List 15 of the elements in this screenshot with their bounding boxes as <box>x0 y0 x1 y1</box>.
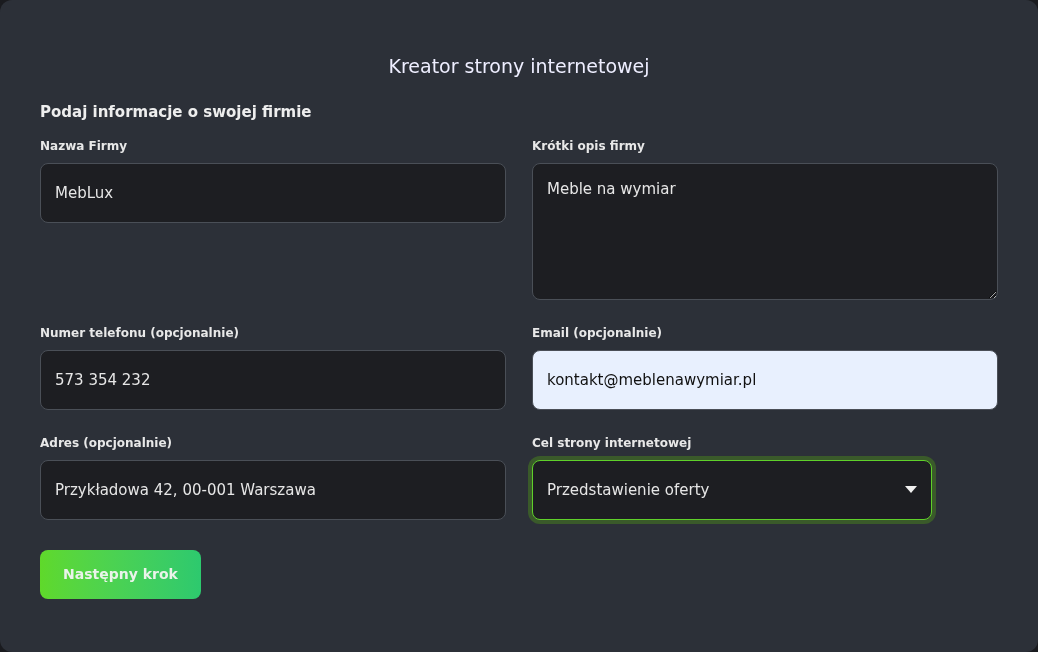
field-label: Cel strony internetowej <box>532 435 693 452</box>
select-value: Przedstawienie oferty <box>547 479 710 501</box>
text-field[interactable]: 573 354 232 <box>40 350 506 410</box>
field-label: Krótki opis firmy <box>532 138 646 155</box>
text-area[interactable]: Meble na wymiar <box>532 163 998 300</box>
section-heading: Podaj informacje o swojej firmie <box>40 101 313 123</box>
caret-icon <box>905 486 917 494</box>
text-field[interactable]: kontakt@meblenawymiar.pl <box>532 350 998 410</box>
page-title: Kreator strony internetowej <box>387 54 651 79</box>
field-label: Numer telefonu (opcjonalnie) <box>40 325 240 342</box>
field-label: Email (opcjonalnie) <box>532 325 664 342</box>
field-label: Nazwa Firmy <box>40 138 129 155</box>
text-field[interactable]: Przykładowa 42, 00-001 Warszawa <box>40 460 506 520</box>
field-label: Adres (opcjonalnie) <box>40 435 174 452</box>
text-field[interactable]: MebLux <box>40 163 506 223</box>
